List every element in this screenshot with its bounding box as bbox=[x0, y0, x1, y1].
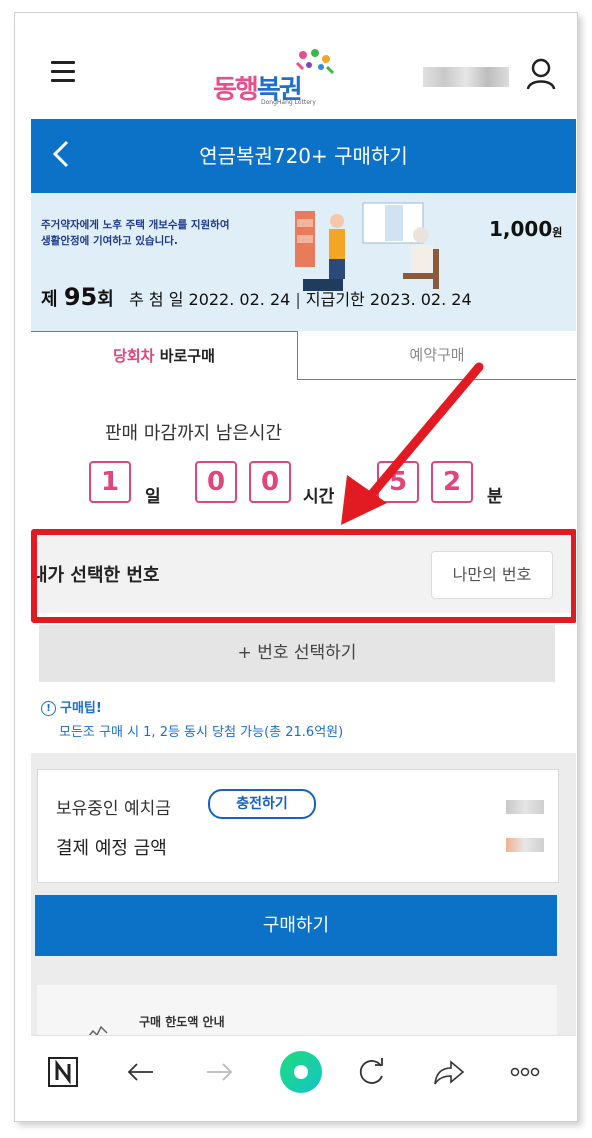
red-annotation-arrow bbox=[341, 362, 484, 525]
phone-screenshot-frame: 동행복권 DongHang Lottery 연금복권720+ 구매하기 주거약자… bbox=[14, 12, 578, 1122]
app-screen: 동행복권 DongHang Lottery 연금복권720+ 구매하기 주거약자… bbox=[31, 27, 576, 1107]
